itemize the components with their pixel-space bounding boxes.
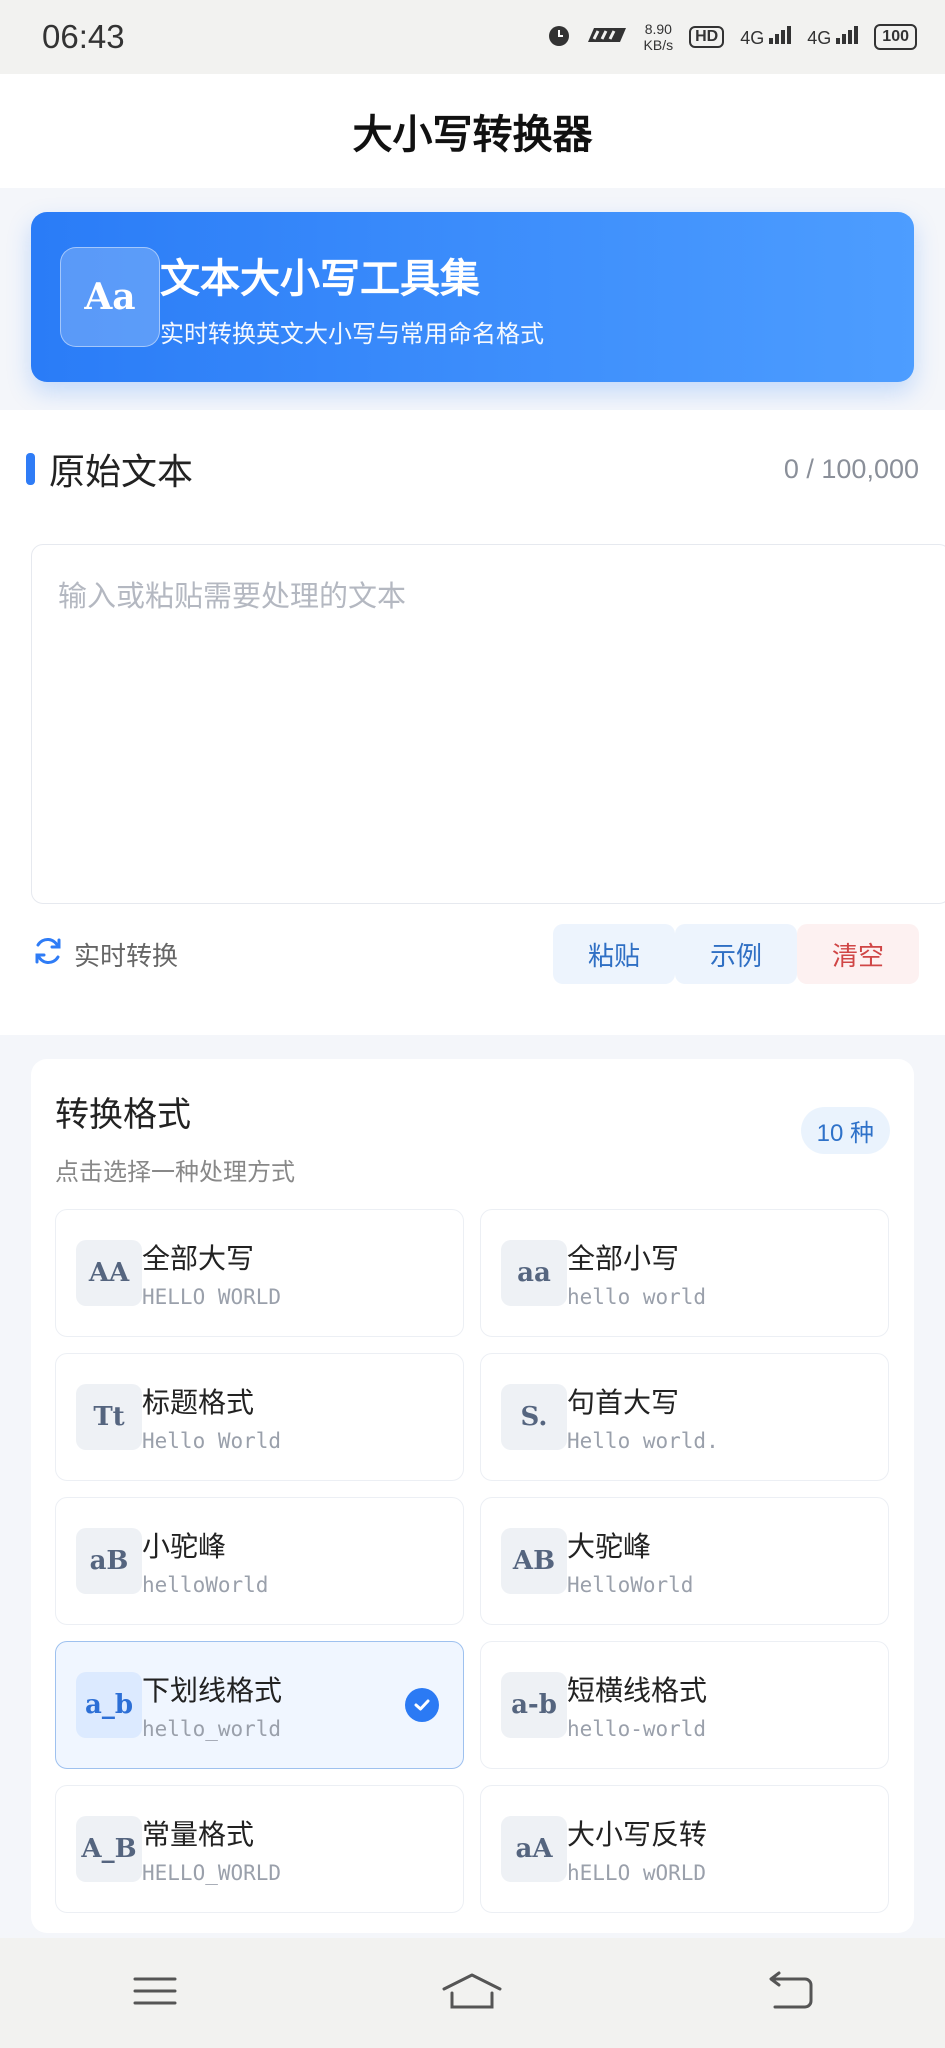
speed-unit: KB/s <box>643 37 674 53</box>
format-grid: AA 全部大写 HELLO WORLD aa 全部小写 hello world Tt… <box>55 1209 890 1913</box>
hero-subtitle: 实时转换英文大小写与常用命名格式 <box>160 319 544 348</box>
format-example: hello world <box>567 1285 707 1309</box>
signal-bars-icon <box>769 25 792 44</box>
format-option-kebab-case[interactable]: a-b 短横线格式 hello-world <box>480 1641 889 1769</box>
net-label-2: 4G <box>807 27 832 48</box>
page-title: 大小写转换器 <box>352 112 593 158</box>
format-option-camel-case[interactable]: aB 小驼峰 helloWorld <box>55 1497 464 1625</box>
format-name: 常量格式 <box>142 1818 255 1851</box>
hero-section: Aa 文本大小写工具集 实时转换英文大小写与常用命名格式 <box>0 188 945 410</box>
hd-badge: HD <box>689 26 725 48</box>
format-badge: aa <box>501 1240 567 1306</box>
home-icon[interactable] <box>440 1971 504 2015</box>
format-subtitle: 点击选择一种处理方式 <box>55 1158 295 1186</box>
back-icon[interactable] <box>765 1971 815 2015</box>
network-speed: 8.90 KB/s <box>644 21 674 53</box>
clear-button[interactable]: 清空 <box>797 924 919 984</box>
realtime-toggle[interactable]: 实时转换 <box>26 935 178 974</box>
input-header: 原始文本 0 / 100,000 <box>26 410 919 528</box>
status-bar: 06:43 8.90 KB/s HD 4G 4G 100 <box>0 0 945 74</box>
menu-icon[interactable] <box>130 1971 180 2015</box>
format-name: 下划线格式 <box>142 1674 283 1707</box>
text-case-icon: Aa <box>60 247 160 347</box>
format-example: hello_world <box>142 1717 282 1741</box>
format-name: 标题格式 <box>142 1386 255 1419</box>
input-section: 原始文本 0 / 100,000 输入或粘贴需要处理的文本 实时转换 粘贴 示例… <box>0 410 945 1035</box>
signal-bars-icon <box>836 25 859 44</box>
format-example: hello-world <box>567 1717 707 1741</box>
format-badge: aA <box>501 1816 567 1882</box>
format-option-title-case[interactable]: Tt 标题格式 Hello World <box>55 1353 464 1481</box>
format-option-snake-case[interactable]: a_b 下划线格式 hello_world <box>55 1641 464 1769</box>
format-option-lowercase[interactable]: aa 全部小写 hello world <box>480 1209 889 1337</box>
format-name: 大驼峰 <box>567 1530 652 1563</box>
format-example: Hello World <box>142 1429 282 1453</box>
format-option-sentence-case[interactable]: S. 句首大写 Hello world. <box>480 1353 889 1481</box>
format-name: 小驼峰 <box>142 1530 227 1563</box>
title-bar: 大小写转换器 <box>0 74 945 188</box>
format-badge: S. <box>501 1384 567 1450</box>
network-brand-icon <box>587 24 628 51</box>
format-name: 大小写反转 <box>567 1818 708 1851</box>
format-example: HELLO_WORLD <box>142 1861 282 1885</box>
system-nav-bar <box>0 1938 945 2048</box>
format-badge: a_b <box>76 1672 142 1738</box>
signal-4g-2: 4G <box>807 25 859 49</box>
input-title: 原始文本 <box>49 452 194 493</box>
format-badge: AA <box>76 1240 142 1306</box>
format-badge: aB <box>76 1528 142 1594</box>
format-option-uppercase[interactable]: AA 全部大写 HELLO WORLD <box>55 1209 464 1337</box>
battery-icon: 100 <box>874 24 917 50</box>
format-option-pascal-case[interactable]: AB 大驼峰 HelloWorld <box>480 1497 889 1625</box>
format-name: 短横线格式 <box>567 1674 708 1707</box>
format-example: HELLO WORLD <box>142 1285 282 1309</box>
format-example: hELLO wORLD <box>567 1861 707 1885</box>
speed-value: 8.90 <box>644 21 672 37</box>
text-input[interactable]: 输入或粘贴需要处理的文本 <box>31 544 945 904</box>
hero-title: 文本大小写工具集 <box>160 255 480 302</box>
format-example: helloWorld <box>142 1573 269 1597</box>
format-option-invert-case[interactable]: aA 大小写反转 hELLO wORLD <box>480 1785 889 1913</box>
format-section: 转换格式 点击选择一种处理方式 10 种 AA 全部大写 HELLO WORLD … <box>0 1035 945 1933</box>
input-title-group: 原始文本 <box>26 443 193 495</box>
format-badge: a-b <box>501 1672 567 1738</box>
alarm-icon <box>546 22 572 53</box>
input-toolbar: 实时转换 粘贴 示例 清空 <box>26 924 919 984</box>
format-example: Hello world. <box>567 1429 719 1453</box>
hero-text: 文本大小写工具集 实时转换英文大小写与常用命名格式 <box>160 246 544 349</box>
paste-button[interactable]: 粘贴 <box>553 924 675 984</box>
format-title: 转换格式 <box>55 1095 191 1135</box>
signal-4g-1: 4G <box>740 25 792 49</box>
status-icons: 8.90 KB/s HD 4G 4G 100 <box>546 21 917 53</box>
format-name: 句首大写 <box>567 1386 680 1419</box>
format-option-constant-case[interactable]: A_B 常量格式 HELLO_WORLD <box>55 1785 464 1913</box>
refresh-icon <box>32 935 64 974</box>
net-label-1: 4G <box>740 27 765 48</box>
format-card: 转换格式 点击选择一种处理方式 10 种 AA 全部大写 HELLO WORLD … <box>31 1059 914 1933</box>
format-name: 全部大写 <box>142 1242 255 1275</box>
format-count-badge: 10 种 <box>800 1107 890 1154</box>
format-name: 全部小写 <box>567 1242 680 1275</box>
format-badge: A_B <box>76 1816 142 1882</box>
section-accent-bar <box>26 453 35 485</box>
format-badge: AB <box>501 1528 567 1594</box>
input-actions: 粘贴 示例 清空 <box>553 924 919 984</box>
realtime-label: 实时转换 <box>74 941 179 972</box>
check-icon <box>405 1688 439 1722</box>
format-header: 转换格式 点击选择一种处理方式 10 种 <box>55 1087 890 1187</box>
example-button[interactable]: 示例 <box>675 924 797 984</box>
format-badge: Tt <box>76 1384 142 1450</box>
hero-card: Aa 文本大小写工具集 实时转换英文大小写与常用命名格式 <box>31 212 914 382</box>
format-example: HelloWorld <box>567 1573 694 1597</box>
status-time: 06:43 <box>42 18 125 55</box>
char-counter: 0 / 100,000 <box>783 453 919 484</box>
